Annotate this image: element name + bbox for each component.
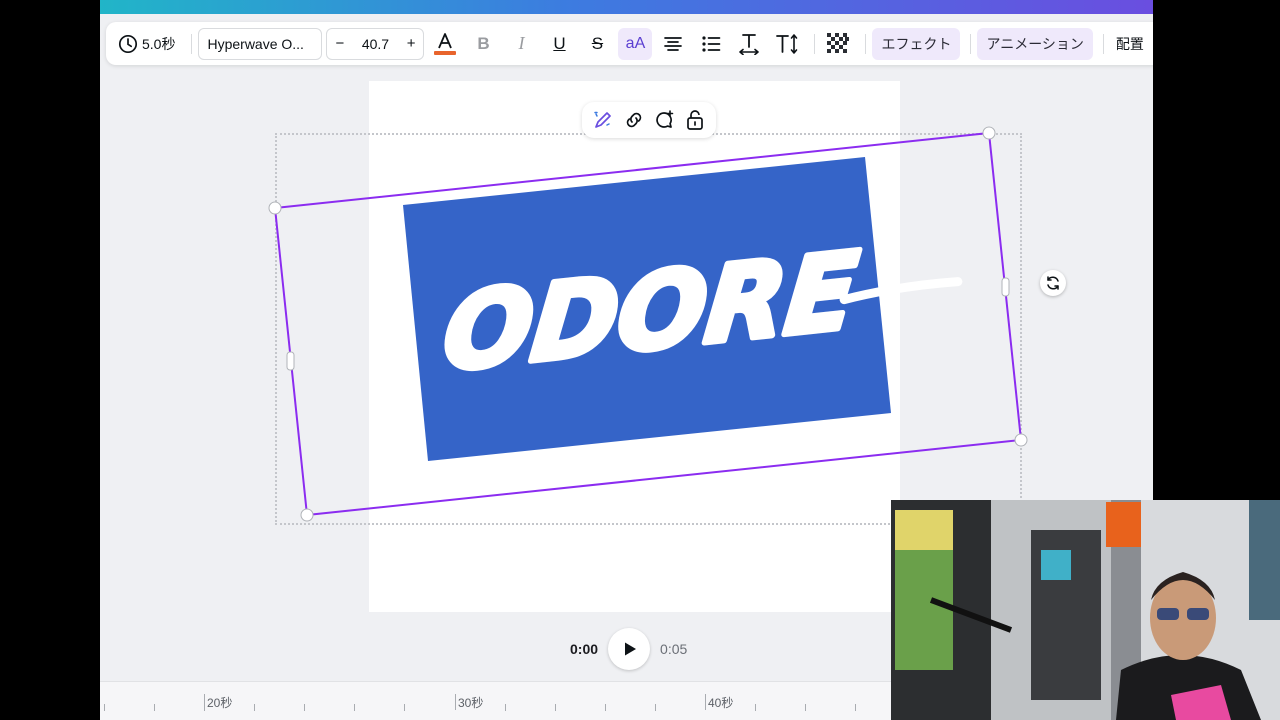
bold-button[interactable]: B (466, 28, 500, 60)
link-icon (626, 112, 641, 128)
italic-label: I (518, 33, 525, 53)
rotate-icon (1047, 276, 1059, 290)
ruler-tick (304, 704, 305, 711)
lock-button[interactable] (682, 107, 708, 133)
curtain (1249, 500, 1280, 620)
webcam-overlay (891, 500, 1280, 720)
italic-button[interactable]: I (504, 28, 538, 60)
glasses-right (1187, 608, 1209, 620)
letter-case-button[interactable]: aA (618, 27, 653, 60)
text-toolbar: 5.0秒 Hyperwave O... − 40.7 + B I U S aA (106, 22, 1153, 65)
bold-label: B (477, 33, 490, 53)
letter-case-label: aA (625, 34, 646, 52)
strikethrough-label: S (591, 33, 604, 53)
ruler-tick (254, 704, 255, 711)
ruler-tick (605, 704, 606, 711)
text-color-button[interactable] (428, 28, 462, 60)
position-button[interactable]: 配置 (1110, 28, 1150, 60)
toolbar-divider (191, 33, 193, 54)
ruler-label: 20秒 (207, 696, 233, 710)
list-button[interactable] (694, 28, 728, 60)
lock-icon (686, 110, 703, 130)
element-quick-actions (582, 102, 716, 138)
total-time: 0:05 (660, 641, 688, 657)
toolbar-divider (970, 33, 972, 54)
top-gradient-bar (100, 0, 1153, 14)
align-center-icon (664, 36, 683, 51)
strikethrough-button[interactable]: S (580, 28, 614, 60)
shelf-item (1041, 550, 1071, 580)
magic-edit-button[interactable] (590, 107, 616, 133)
vertical-text-button[interactable] (770, 28, 804, 60)
ruler-tick (505, 704, 506, 711)
ruler-tick (104, 704, 105, 711)
font-size-value[interactable]: 40.7 (362, 36, 389, 52)
magic-pencil-icon (594, 111, 612, 128)
animation-button[interactable]: アニメーション (977, 27, 1093, 60)
font-size-stepper[interactable]: − 40.7 + (326, 27, 425, 60)
glasses-left (1157, 608, 1179, 620)
underline-button[interactable]: U (542, 28, 576, 60)
font-family-select[interactable]: Hyperwave O... (198, 27, 323, 60)
duration-button[interactable]: 5.0秒 (112, 28, 181, 60)
ruler-tick (555, 704, 556, 711)
play-button[interactable] (608, 628, 651, 670)
ruler-tick (755, 704, 756, 711)
monitor-screen-top (895, 510, 953, 550)
bullet-list-icon (702, 35, 721, 52)
clock-icon (118, 34, 138, 53)
rotate-button[interactable] (1040, 270, 1066, 296)
spacing-button[interactable] (732, 28, 766, 60)
ruler-tick (404, 704, 405, 711)
ruler-tick (805, 704, 806, 711)
comment-add-icon (656, 110, 674, 128)
ruler-tick (154, 704, 155, 711)
effects-button[interactable]: エフェクト (872, 27, 961, 60)
ruler-label: 40秒 (708, 696, 734, 710)
toolbar-divider (1102, 33, 1104, 54)
ruler-major-tick (705, 694, 706, 710)
letter-spacing-icon (739, 33, 760, 55)
ruler-major-tick (204, 694, 205, 710)
font-size-decrease-button[interactable]: − (335, 35, 344, 52)
align-button[interactable] (656, 28, 690, 60)
transparency-icon (827, 32, 850, 55)
text-color-icon (434, 32, 457, 55)
toolbar-divider (865, 33, 867, 54)
ruler-tick (855, 704, 856, 711)
underline-label: U (553, 33, 566, 53)
comment-button[interactable] (651, 107, 677, 133)
playback-controls: 0:00 0:05 (570, 628, 687, 670)
toolbar-divider (814, 33, 816, 54)
transparency-button[interactable] (821, 28, 855, 60)
selection-bounding-box (275, 133, 1022, 525)
ruler-label: 30秒 (458, 696, 484, 710)
ruler-tick (354, 704, 355, 711)
ruler-major-tick (455, 694, 456, 710)
wall-poster (1106, 502, 1141, 547)
vertical-text-icon (776, 33, 798, 54)
link-button[interactable] (621, 107, 647, 133)
duration-value: 5.0秒 (142, 35, 176, 52)
current-time: 0:00 (570, 641, 599, 657)
play-icon (625, 642, 637, 656)
ruler-tick (655, 704, 656, 711)
font-size-increase-button[interactable]: + (407, 35, 416, 52)
